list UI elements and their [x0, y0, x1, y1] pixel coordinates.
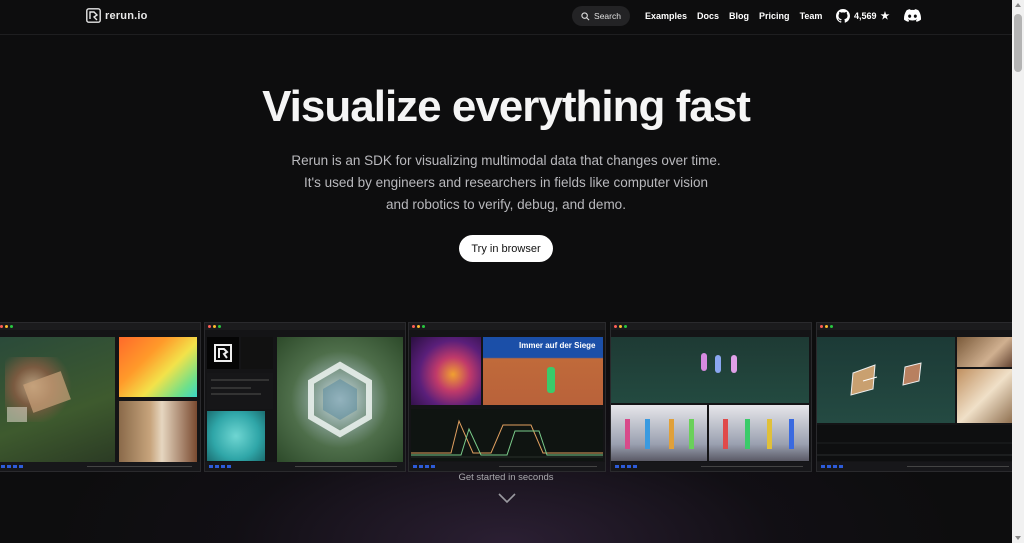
get-started-caption: Get started in seconds [458, 472, 554, 483]
depth-image-view [119, 337, 197, 397]
generated-image-view [277, 337, 403, 462]
nav-link-docs[interactable]: Docs [697, 11, 719, 21]
page: rerun.io Search Examples Docs Blog Prici… [0, 0, 1012, 543]
nav-link-team[interactable]: Team [800, 11, 823, 21]
showcase-panel-tennis[interactable]: Immer auf der Siege [408, 322, 606, 472]
star-icon: ★ [880, 10, 890, 22]
3d-camera-view [817, 337, 955, 423]
github-icon [836, 9, 850, 23]
text-log-view [207, 373, 273, 409]
rgb-image-view [119, 401, 197, 462]
nav-link-examples[interactable]: Examples [645, 11, 687, 21]
hero-subtitle-line: and robotics to verify, debug, and demo. [386, 197, 626, 212]
brand-logo[interactable]: rerun.io [86, 8, 148, 23]
heatmap-view [411, 337, 481, 405]
scroll-up-arrow-icon[interactable] [1015, 3, 1021, 7]
page-scrollbar[interactable] [1012, 0, 1024, 543]
showcase-panel-reconstruction[interactable] [0, 322, 201, 472]
scrollbar-thumb[interactable] [1014, 14, 1022, 72]
logo-input-view [207, 337, 239, 369]
nav-links: Examples Docs Blog Pricing Team [645, 11, 822, 21]
hero-subtitle-line: It's used by engineers and researchers i… [303, 175, 709, 190]
search-label: Search [594, 11, 621, 21]
github-stars-link[interactable]: 4,569 ★ [836, 9, 890, 23]
showcase-panel-image-generation[interactable] [204, 322, 406, 472]
showcase-panel-human-pose[interactable] [610, 322, 812, 472]
showcase-panel-camera-poses[interactable] [816, 322, 1012, 472]
chevron-down-icon[interactable] [497, 492, 517, 504]
plot-view [817, 425, 1012, 461]
room-depth-view [957, 369, 1012, 423]
latent-view [207, 411, 265, 461]
discord-link[interactable] [904, 9, 922, 27]
rerun-logo-icon [86, 8, 101, 23]
tennis-video-view: Immer auf der Siege [483, 337, 603, 405]
time-series-plot-view [411, 409, 603, 461]
scroll-down-arrow-icon[interactable] [1015, 536, 1021, 540]
3d-pose-view [611, 337, 809, 403]
try-in-browser-button[interactable]: Try in browser [459, 235, 553, 262]
hero-title: Visualize everything fast [262, 82, 751, 131]
room-image-view [957, 337, 1012, 367]
top-navbar: rerun.io Search Examples Docs Blog Prici… [0, 0, 1012, 35]
search-button[interactable]: Search [572, 6, 630, 26]
brand-name: rerun.io [105, 9, 148, 22]
3d-scene-view [0, 337, 115, 462]
search-icon [581, 11, 590, 20]
mask-view [241, 337, 273, 369]
discord-icon [904, 9, 922, 22]
nav-link-pricing[interactable]: Pricing [759, 11, 790, 21]
github-star-count: 4,569 [854, 11, 877, 21]
training-video-view [611, 405, 707, 461]
hero-subtitle: Rerun is an SDK for visualizing multimod… [256, 150, 756, 216]
nav-link-blog[interactable]: Blog [729, 11, 749, 21]
hero-subtitle-line: Rerun is an SDK for visualizing multimod… [291, 153, 721, 168]
projected-pose-view [709, 405, 809, 461]
